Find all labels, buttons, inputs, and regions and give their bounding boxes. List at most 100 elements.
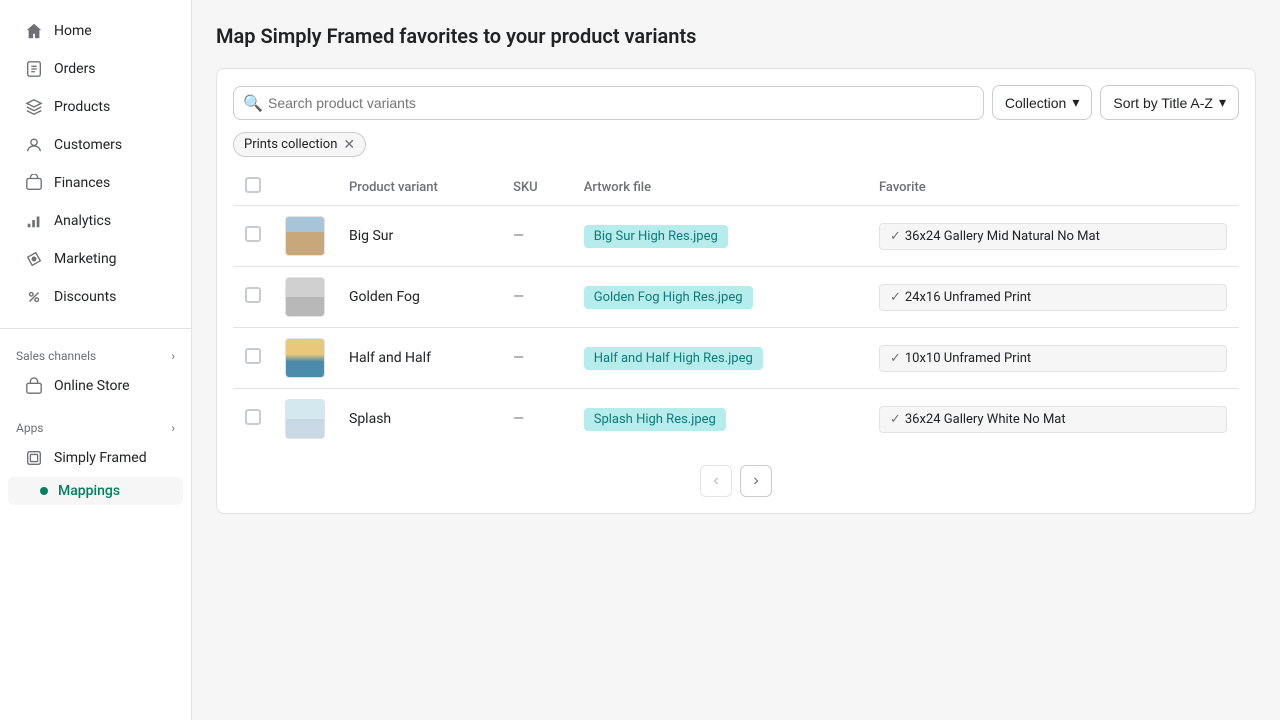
sidebar-item-simply-framed[interactable]: Simply Framed: [8, 440, 183, 476]
finances-icon: [24, 173, 44, 193]
sort-dropdown[interactable]: Sort by Title A-Z ▾: [1100, 85, 1239, 120]
row-thumb-cell: [273, 206, 337, 267]
sidebar-item-label: Discounts: [54, 289, 116, 305]
product-variants-card: 🔍 Collection ▾ Sort by Title A-Z ▾ Print…: [216, 68, 1256, 514]
row-name-cell: Splash: [337, 389, 501, 450]
row-checkbox-cell: [233, 328, 273, 389]
sidebar-item-label: Analytics: [54, 213, 111, 229]
check-icon: ✓: [890, 229, 901, 244]
table-row: Half and Half — Half and Half High Res.j…: [233, 328, 1239, 389]
search-input[interactable]: [233, 86, 984, 120]
sort-label: Sort by Title A-Z: [1113, 95, 1213, 111]
row-checkbox[interactable]: [245, 348, 261, 364]
row-checkbox-cell: [233, 389, 273, 450]
sidebar-item-label: Orders: [54, 61, 96, 77]
main-content: Map Simply Framed favorites to your prod…: [192, 0, 1280, 720]
analytics-icon: [24, 211, 44, 231]
sidebar-item-label: Finances: [54, 175, 110, 191]
row-checkbox[interactable]: [245, 226, 261, 242]
favorite-badge: ✓ 36x24 Gallery White No Mat: [879, 406, 1227, 433]
product-thumbnail: [285, 338, 325, 378]
row-checkbox-cell: [233, 267, 273, 328]
select-all-checkbox[interactable]: [245, 177, 261, 193]
check-icon: ✓: [890, 290, 901, 305]
product-name: Half and Half: [349, 350, 431, 366]
row-checkbox[interactable]: [245, 287, 261, 303]
sidebar-item-products[interactable]: Products: [8, 89, 183, 125]
favorite-badge: ✓ 36x24 Gallery Mid Natural No Mat: [879, 223, 1227, 250]
chevron-right-icon: ›: [171, 349, 175, 363]
col-header-product-variant: Product variant: [337, 169, 501, 206]
sidebar-item-customers[interactable]: Customers: [8, 127, 183, 163]
table-row: Big Sur — Big Sur High Res.jpeg ✓ 36x24 …: [233, 206, 1239, 267]
apps-label: Apps: [16, 421, 44, 435]
filter-tag-label: Prints collection: [244, 137, 337, 152]
next-page-button[interactable]: ›: [740, 465, 772, 497]
sidebar-item-label: Customers: [54, 137, 122, 153]
collection-label: Collection: [1005, 95, 1066, 111]
row-checkbox-cell: [233, 206, 273, 267]
product-name: Splash: [349, 411, 391, 427]
sidebar-item-discounts[interactable]: Discounts: [8, 279, 183, 315]
sku-value: —: [513, 289, 524, 305]
col-header-sku: SKU: [501, 169, 572, 206]
row-checkbox[interactable]: [245, 409, 261, 425]
prev-page-button[interactable]: ‹: [700, 465, 732, 497]
collection-dropdown[interactable]: Collection ▾: [992, 85, 1093, 120]
sidebar-item-label: Simply Framed: [54, 450, 147, 466]
sidebar-item-analytics[interactable]: Analytics: [8, 203, 183, 239]
col-header-checkbox: [233, 169, 273, 206]
artwork-badge: Golden Fog High Res.jpeg: [584, 286, 753, 309]
sidebar-item-label: Products: [54, 99, 110, 115]
chevron-right-icon: ›: [753, 472, 758, 490]
sidebar-item-online-store[interactable]: Online Store: [8, 368, 183, 404]
sidebar-item-orders[interactable]: Orders: [8, 51, 183, 87]
favorite-badge: ✓ 24x16 Unframed Print: [879, 284, 1227, 311]
row-favorite-cell: ✓ 10x10 Unframed Print: [867, 328, 1239, 389]
row-thumb-cell: [273, 328, 337, 389]
toolbar: 🔍 Collection ▾ Sort by Title A-Z ▾: [233, 85, 1239, 120]
chevron-down-icon: ▾: [1219, 94, 1226, 111]
marketing-icon: [24, 249, 44, 269]
row-sku-cell: —: [501, 389, 572, 450]
sidebar-item-home[interactable]: Home: [8, 13, 183, 49]
product-thumbnail: [285, 399, 325, 439]
online-store-icon: [24, 376, 44, 396]
row-favorite-cell: ✓ 24x16 Unframed Print: [867, 267, 1239, 328]
page-title: Map Simply Framed favorites to your prod…: [216, 24, 1256, 48]
sidebar-item-label: Home: [54, 23, 92, 39]
product-name: Golden Fog: [349, 289, 420, 305]
product-variants-table: Product variant SKU Artwork file Favorit…: [233, 169, 1239, 449]
favorite-badge: ✓ 10x10 Unframed Print: [879, 345, 1227, 372]
row-sku-cell: —: [501, 267, 572, 328]
filter-tags: Prints collection ✕: [233, 132, 1239, 157]
products-icon: [24, 97, 44, 117]
col-header-thumb: [273, 169, 337, 206]
table-row: Splash — Splash High Res.jpeg ✓ 36x24 Ga…: [233, 389, 1239, 450]
sidebar-sub-item-label: Mappings: [58, 483, 120, 499]
sidebar: Home Orders Products Customers Finances …: [0, 0, 192, 720]
col-header-artwork: Artwork file: [572, 169, 867, 206]
pagination: ‹ ›: [233, 465, 1239, 497]
sku-value: —: [513, 228, 524, 244]
discounts-icon: [24, 287, 44, 307]
row-artwork-cell: Half and Half High Res.jpeg: [572, 328, 867, 389]
sidebar-item-mappings[interactable]: Mappings: [8, 477, 183, 505]
sku-value: —: [513, 350, 524, 366]
row-artwork-cell: Golden Fog High Res.jpeg: [572, 267, 867, 328]
sidebar-item-marketing[interactable]: Marketing: [8, 241, 183, 277]
filter-tag-remove[interactable]: ✕: [343, 138, 355, 152]
search-icon: 🔍: [243, 93, 263, 112]
check-icon: ✓: [890, 412, 901, 427]
customers-icon: [24, 135, 44, 155]
sales-channels-header[interactable]: Sales channels ›: [0, 341, 191, 367]
row-artwork-cell: Splash High Res.jpeg: [572, 389, 867, 450]
filter-tag-prints: Prints collection ✕: [233, 132, 366, 157]
row-favorite-cell: ✓ 36x24 Gallery White No Mat: [867, 389, 1239, 450]
chevron-down-icon: ▾: [1072, 94, 1079, 111]
col-header-favorite: Favorite: [867, 169, 1239, 206]
simply-framed-icon: [24, 448, 44, 468]
search-container: 🔍: [233, 86, 984, 120]
sidebar-item-finances[interactable]: Finances: [8, 165, 183, 201]
apps-header[interactable]: Apps ›: [0, 413, 191, 439]
